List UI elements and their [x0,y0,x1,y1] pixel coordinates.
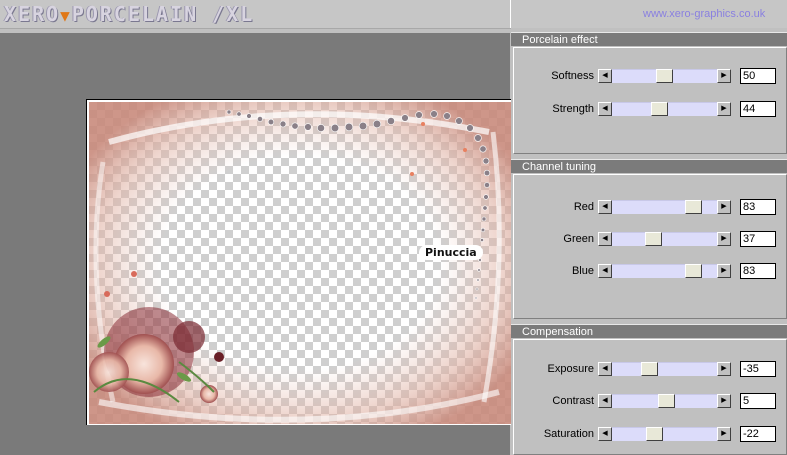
preview-area: Pinuccia [0,33,511,455]
contrast-value-input[interactable]: 5 [740,393,776,409]
logo-text-porcelain: PORCELAIN /XL [71,2,255,26]
slider-row-strength: Strength ◀ ▶ 44 [511,101,787,118]
green-slider-track[interactable] [612,232,717,246]
blue-value-input[interactable]: 83 [740,263,776,279]
group-compensation: Compensation Exposure ◀ ▶ -35 Contrast ◀… [511,324,787,455]
logo-text-xero: XERO [4,2,61,26]
watermark-label: Pinuccia [419,245,483,260]
group-title-compensation: Compensation [511,324,787,338]
green-slider-thumb[interactable] [645,232,662,246]
slider-row-saturation: Saturation ◀ ▶ -22 [511,426,787,443]
strength-value-input[interactable]: 44 [740,101,776,117]
group-title-channel-tuning: Channel tuning [511,159,787,173]
arrow-left-icon[interactable]: ◀ [598,232,612,246]
slider-row-red: Red ◀ ▶ 83 [511,199,787,216]
preview-frame: Pinuccia [86,99,511,425]
arrow-right-icon[interactable]: ▶ [717,362,731,376]
exposure-value-input[interactable]: -35 [740,361,776,377]
preview-image [89,102,511,424]
saturation-slider-track[interactable] [612,427,717,441]
contrast-slider-thumb[interactable] [658,394,675,408]
group-porcelain-effect: Porcelain effect Softness ◀ ▶ 50 Strengt… [511,32,787,154]
red-slider-thumb[interactable] [685,200,702,214]
saturation-value-input[interactable]: -22 [740,426,776,442]
saturation-label: Saturation [543,428,594,440]
blue-slider-track[interactable] [612,264,717,278]
arrow-left-icon[interactable]: ◀ [598,200,612,214]
arrow-left-icon[interactable]: ◀ [598,427,612,441]
strength-slider-thumb[interactable] [651,102,668,116]
slider-row-blue: Blue ◀ ▶ 83 [511,263,787,280]
logo-triangle-icon: ▼ [60,6,72,25]
softness-slider-track[interactable] [612,69,717,83]
arrow-right-icon[interactable]: ▶ [717,394,731,408]
exposure-slider-thumb[interactable] [641,362,658,376]
contrast-slider-track[interactable] [612,394,717,408]
arrow-right-icon[interactable]: ▶ [717,69,731,83]
contrast-label: Contrast [552,395,594,407]
softness-label: Softness [551,70,594,82]
website-link[interactable]: www.xero-graphics.co.uk [643,8,765,20]
exposure-slider-track[interactable] [612,362,717,376]
arrow-right-icon[interactable]: ▶ [717,232,731,246]
blue-label: Blue [571,265,594,277]
arrow-left-icon[interactable]: ◀ [598,394,612,408]
red-label: Red [573,201,594,213]
preview-canvas[interactable]: Pinuccia [89,102,511,424]
slider-row-softness: Softness ◀ ▶ 50 [511,68,787,85]
control-panel: Porcelain effect Softness ◀ ▶ 50 Strengt… [511,28,787,455]
arrow-left-icon[interactable]: ◀ [598,69,612,83]
softness-slider-thumb[interactable] [656,69,673,83]
app-header: XERO▼PORCELAIN /XL www.xero-graphics.co.… [0,0,787,29]
slider-row-exposure: Exposure ◀ ▶ -35 [511,361,787,378]
blue-slider-thumb[interactable] [685,264,702,278]
arrow-left-icon[interactable]: ◀ [598,362,612,376]
app-logo: XERO▼PORCELAIN /XL [4,2,255,26]
group-title-porcelain-effect: Porcelain effect [511,32,787,46]
softness-value-input[interactable]: 50 [740,68,776,84]
green-label: Green [563,233,594,245]
strength-slider-track[interactable] [612,102,717,116]
arrow-left-icon[interactable]: ◀ [598,264,612,278]
green-value-input[interactable]: 37 [740,231,776,247]
red-slider-track[interactable] [612,200,717,214]
slider-row-green: Green ◀ ▶ 37 [511,231,787,248]
arrow-right-icon[interactable]: ▶ [717,200,731,214]
arrow-right-icon[interactable]: ▶ [717,427,731,441]
group-channel-tuning: Channel tuning Red ◀ ▶ 83 Green ◀ ▶ 37 B… [511,159,787,319]
strength-label: Strength [552,103,594,115]
slider-row-contrast: Contrast ◀ ▶ 5 [511,393,787,410]
red-value-input[interactable]: 83 [740,199,776,215]
saturation-slider-thumb[interactable] [646,427,663,441]
arrow-right-icon[interactable]: ▶ [717,102,731,116]
header-divider [510,0,511,28]
arrow-right-icon[interactable]: ▶ [717,264,731,278]
arrow-left-icon[interactable]: ◀ [598,102,612,116]
exposure-label: Exposure [547,363,594,375]
